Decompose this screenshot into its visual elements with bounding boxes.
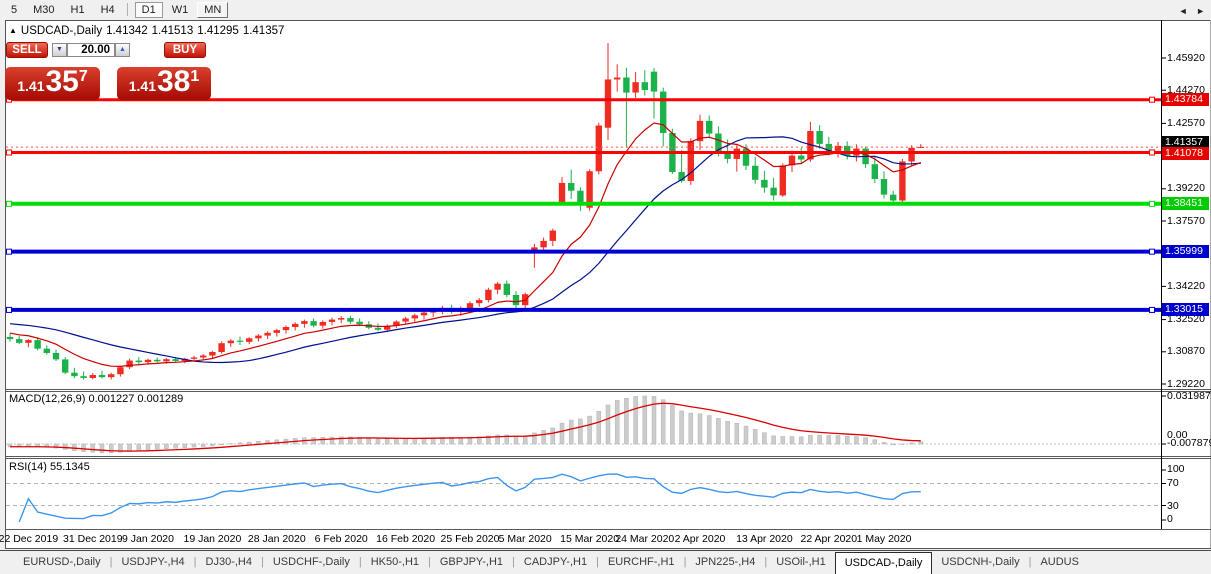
volume-input[interactable]: [67, 43, 115, 57]
chart-tab-audus[interactable]: AUDUS: [1031, 551, 1088, 574]
macd-indicator-label: MACD(12,26,9) 0.001227 0.001289: [9, 393, 183, 405]
ohlc-open: 1.41342: [106, 25, 148, 37]
sell-price-prefix: 1.41: [17, 79, 44, 93]
trade-controls-row: SELL ▼ ▲ BUY: [5, 42, 210, 58]
ohlc-close: 1.41357: [243, 25, 285, 37]
date-tick-label: 9 Jan 2020: [122, 533, 174, 545]
macd-axis-label: 0.031987: [1167, 390, 1211, 402]
chart-tab-usdcnh-daily[interactable]: USDCNH-,Daily: [932, 551, 1028, 574]
date-tick-label: 31 Dec 2019: [63, 533, 123, 545]
mt4-terminal: 5M30H1H4D1W1MN ▲USDCAD-,Daily1.413421.41…: [0, 0, 1211, 574]
one-click-trading-panel: SELL ▼ ▲ BUY 1.41 35 7 1.41 38 1: [5, 42, 210, 100]
date-tick-label: 22 Apr 2020: [800, 533, 857, 545]
sell-button[interactable]: SELL: [6, 42, 48, 58]
date-tick-label: 19 Jan 2020: [183, 533, 241, 545]
chart-tab-dj30-h4[interactable]: DJ30-,H4: [197, 551, 261, 574]
buy-price-digits: 38: [157, 70, 190, 95]
rsi-indicator-label: RSI(14) 55.1345: [9, 461, 90, 473]
trade-prices-row: 1.41 35 7 1.41 38 1: [5, 67, 210, 100]
tab-scroll-arrows[interactable]: ◄ ►: [1179, 6, 1208, 16]
price-tick-label: 1.29220: [1167, 378, 1205, 390]
chart-tab-cadjpy-h1[interactable]: CADJPY-,H1: [515, 551, 596, 574]
chart-tab-usdchf-daily[interactable]: USDCHF-,Daily: [264, 551, 359, 574]
buy-button[interactable]: BUY: [164, 42, 206, 58]
buy-price-prefix: 1.41: [129, 79, 156, 93]
date-tick-label: 5 Mar 2020: [499, 533, 552, 545]
price-badge: 1.38451: [1162, 197, 1209, 210]
volume-increase-button[interactable]: ▲: [115, 43, 130, 57]
date-tick-label: 1 May 2020: [857, 533, 912, 545]
chart-tab-jpn225-h4[interactable]: JPN225-,H4: [686, 551, 764, 574]
date-tick-label: 13 Apr 2020: [736, 533, 793, 545]
rsi-axis-label: 0: [1167, 513, 1173, 525]
price-badge: 1.33015: [1162, 303, 1209, 316]
date-tick-label: 28 Jan 2020: [248, 533, 306, 545]
price-badge: 1.35999: [1162, 245, 1209, 258]
price-tick-label: 1.30870: [1167, 345, 1205, 357]
chart-tab-eurchf-h1[interactable]: EURCHF-,H1: [599, 551, 684, 574]
chart-tab-gbpjpy-h1[interactable]: GBPJPY-,H1: [431, 551, 512, 574]
ohlc-low: 1.41295: [197, 25, 239, 37]
sell-price-pip: 7: [79, 68, 88, 86]
volume-decrease-button[interactable]: ▼: [52, 43, 67, 57]
date-tick-label: 25 Feb 2020: [441, 533, 500, 545]
sell-price-digits: 35: [45, 70, 78, 95]
chart-tab-eurusd-daily[interactable]: EURUSD-,Daily: [14, 551, 110, 574]
collapse-panel-icon[interactable]: ▲: [9, 26, 17, 35]
chart-tab-bar: EURUSD-,Daily|USDJPY-,H4|DJ30-,H4|USDCHF…: [0, 550, 1211, 574]
chart-tab-usoil-h1[interactable]: USOil-,H1: [767, 551, 835, 574]
buy-price-button[interactable]: 1.41 38 1: [117, 67, 211, 100]
price-badge: 1.43784: [1162, 93, 1209, 106]
rsi-axis-label: 70: [1167, 477, 1179, 489]
date-tick-label: 6 Feb 2020: [315, 533, 368, 545]
chart-tab-usdcad-daily[interactable]: USDCAD-,Daily: [835, 552, 933, 574]
chart-symbol-label: USDCAD-,Daily: [21, 25, 102, 37]
ohlc-high: 1.41513: [152, 25, 194, 37]
price-tick-label: 1.34220: [1167, 280, 1205, 292]
chart-title: ▲ USDCAD-,Daily 1.41342 1.415131.41295 1.413…: [9, 25, 288, 37]
date-tick-label: 24 Mar 2020: [615, 533, 674, 545]
date-tick-label: 16 Feb 2020: [376, 533, 435, 545]
date-tick-label: 15 Mar 2020: [560, 533, 619, 545]
price-tick-label: 1.39220: [1167, 182, 1205, 194]
chart-tab-usdjpy-h4[interactable]: USDJPY-,H4: [112, 551, 193, 574]
macd-axis-label: -0.007879: [1167, 437, 1211, 449]
buy-price-pip: 1: [190, 68, 199, 86]
sell-price-button[interactable]: 1.41 35 7: [5, 67, 100, 100]
price-tick-label: 1.45920: [1167, 52, 1205, 64]
date-tick-label: 2 Apr 2020: [675, 533, 726, 545]
rsi-axis-label: 30: [1167, 500, 1179, 512]
date-tick-label: 22 Dec 2019: [0, 533, 58, 545]
price-badge: 1.41078: [1162, 147, 1209, 160]
rsi-axis-label: 100: [1167, 463, 1185, 475]
chart-tab-hk50-h1[interactable]: HK50-,H1: [362, 551, 428, 574]
price-tick-label: 1.37570: [1167, 215, 1205, 227]
price-tick-label: 1.42570: [1167, 117, 1205, 129]
